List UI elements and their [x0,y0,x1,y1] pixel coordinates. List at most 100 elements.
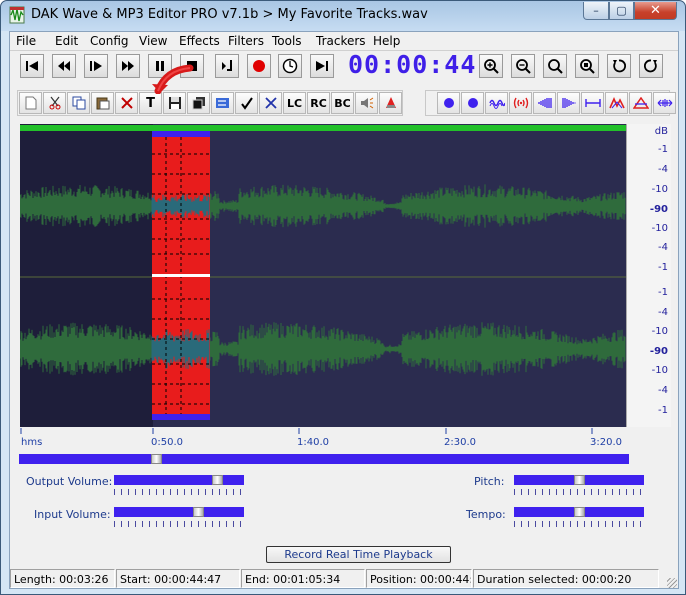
pitch-slider[interactable] [514,475,644,485]
resize-grip[interactable] [667,578,677,588]
time-tick-label: 2:30.0 [444,437,476,448]
new-button[interactable] [19,92,42,114]
zoom-fit-icon [548,59,563,74]
echo-button[interactable] [509,92,532,114]
close-button[interactable]: ✕ [634,2,677,20]
output-volume-ticks [114,489,244,495]
both-channels-button[interactable]: BC [331,92,354,114]
undo-button[interactable] [607,54,631,78]
tempo-thumb[interactable] [574,507,585,517]
save-button[interactable] [163,92,186,114]
menu-view[interactable]: View [139,34,167,48]
skip-to-end-button[interactable] [310,54,334,78]
timer-button[interactable] [278,54,302,78]
app-window: DAK Wave & MP3 Editor PRO v7.1b > My Fav… [0,0,686,595]
zoom-out-button[interactable] [511,54,535,78]
output-volume-label: Output Volume: [26,475,113,488]
fade-in-button[interactable] [533,92,556,114]
right-channel-button[interactable]: RC [307,92,330,114]
position-scrollbar[interactable] [19,454,629,464]
menu-effects[interactable]: Effects [179,34,220,48]
stretch-button[interactable] [581,92,604,114]
menu-file[interactable]: File [16,34,36,48]
transport-toolbar: 00:00:44 [10,50,678,87]
text-button[interactable]: T [139,92,162,114]
amplify-button[interactable] [629,92,652,114]
status-end: End: 00:01:05:34 [241,569,365,588]
menu-config[interactable]: Config [90,34,129,48]
volume-button[interactable] [355,92,378,114]
cut-icon [49,96,60,110]
zoom-fit-button[interactable] [543,54,567,78]
crop-button[interactable] [259,92,282,114]
play-loop-button[interactable] [215,54,239,78]
menu-tools[interactable]: Tools [272,34,302,48]
delete-button[interactable] [115,92,138,114]
tempo-slider[interactable] [514,507,644,517]
pointer-arrow-icon [152,64,194,94]
wave-effect-button[interactable] [485,92,508,114]
edit-toolbar-buttons: T LC RC BC [10,90,678,116]
rewind-button[interactable] [52,54,76,78]
time-tick-label: 1:40.0 [297,437,329,448]
reverse-button[interactable] [605,92,628,114]
maximize-button[interactable]: ▢ [609,2,634,20]
redo-button[interactable] [639,54,663,78]
multi-save-button[interactable] [187,92,210,114]
skip-to-end-icon [316,61,328,71]
position-scroll-thumb[interactable] [151,454,162,464]
convert-button[interactable] [211,92,234,114]
menu-edit[interactable]: Edit [55,34,78,48]
waveform-display[interactable] [20,124,626,427]
zoom-selection-button[interactable] [575,54,599,78]
menu-help[interactable]: Help [373,34,400,48]
new-icon [25,96,36,110]
minimize-button[interactable]: – [583,2,609,20]
rewind-icon [58,61,70,71]
menu-bar: File Edit Config View Effects Filters To… [10,32,678,51]
db-tick: -4 [658,385,668,396]
left-channel-button[interactable]: LC [283,92,306,114]
menu-filters[interactable]: Filters [228,34,264,48]
record-button[interactable] [247,54,271,78]
input-volume-slider[interactable] [114,507,244,517]
normalize-button[interactable] [653,92,676,114]
output-volume-slider[interactable] [114,475,244,485]
time-unit-label: hms [21,437,43,448]
marker-button[interactable] [437,92,460,114]
time-tick-label: 3:20.0 [590,437,622,448]
loop-icon [222,60,232,71]
fade-out-button[interactable] [557,92,580,114]
fast-forward-button[interactable] [116,54,140,78]
played-region [20,124,153,427]
title-bar[interactable]: DAK Wave & MP3 Editor PRO v7.1b > My Fav… [1,1,685,31]
stretch-icon [584,99,601,107]
menu-trackers[interactable]: Trackers [316,34,366,48]
delete-icon [120,97,133,109]
pitch-thumb[interactable] [574,475,585,485]
skip-to-start-button[interactable] [20,54,44,78]
marker2-button[interactable] [461,92,484,114]
skip-to-start-icon [26,61,38,71]
db-unit-label: dB [654,126,668,137]
effects-button[interactable] [379,92,402,114]
reverse-icon [608,97,625,109]
cut-button[interactable] [43,92,66,114]
zoom-in-button[interactable] [479,54,503,78]
time-display: 00:00:44 [348,50,477,79]
db-tick: -10 [651,365,668,376]
input-volume-thumb[interactable] [193,507,204,517]
fade-out-icon [561,98,576,108]
db-tick: -4 [658,242,668,253]
clock-icon [282,58,298,74]
record-real-time-playback-button[interactable]: Record Real Time Playback [266,546,451,563]
paste-button[interactable] [91,92,114,114]
output-volume-thumb[interactable] [212,475,223,485]
zoom-in-icon [484,59,499,74]
app-logo-icon [9,6,25,24]
copy-button[interactable] [67,92,90,114]
play-button[interactable] [84,54,108,78]
apply-button[interactable] [235,92,258,114]
db-tick: -1 [658,262,668,273]
undo-icon [613,59,627,73]
